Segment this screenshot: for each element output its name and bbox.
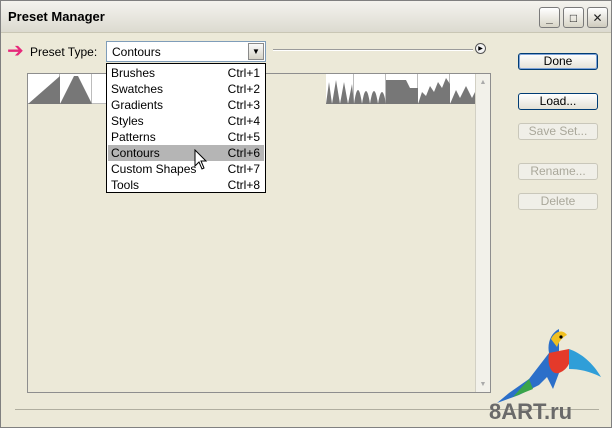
menu-item-swatches[interactable]: Swatches Ctrl+2 xyxy=(108,81,264,97)
menu-item-styles[interactable]: Styles Ctrl+4 xyxy=(108,113,264,129)
save-set-button[interactable]: Save Set... xyxy=(518,123,598,140)
menu-item-shortcut: Ctrl+6 xyxy=(227,146,260,160)
window-title: Preset Manager xyxy=(8,9,105,24)
preset-type-label: Preset Type: xyxy=(30,45,98,59)
contour-sawtooth-thumb[interactable] xyxy=(418,74,450,104)
contour-cone-thumb[interactable] xyxy=(60,74,92,104)
contour-ring-thumb[interactable] xyxy=(326,74,354,104)
menu-item-shortcut: Ctrl+5 xyxy=(227,130,260,144)
menu-item-contours[interactable]: Contours Ctrl+6 xyxy=(108,145,264,161)
panel-menu-icon[interactable]: ▶ xyxy=(475,43,486,54)
menu-item-gradients[interactable]: Gradients Ctrl+3 xyxy=(108,97,264,113)
parrot-logo xyxy=(497,329,601,403)
menu-item-label: Contours xyxy=(111,146,160,160)
rename-button[interactable]: Rename... xyxy=(518,163,598,180)
delete-button[interactable]: Delete xyxy=(518,193,598,210)
menu-item-patterns[interactable]: Patterns Ctrl+5 xyxy=(108,129,264,145)
minimize-button[interactable]: _ xyxy=(539,7,560,28)
vertical-scrollbar[interactable]: ▲ ▼ xyxy=(475,74,490,392)
menu-item-shortcut: Ctrl+3 xyxy=(227,98,260,112)
menu-item-label: Tools xyxy=(111,178,140,192)
preset-type-select[interactable]: Contours ▼ xyxy=(106,41,266,62)
menu-item-tools[interactable]: Tools Ctrl+8 xyxy=(108,177,264,193)
menu-item-brushes[interactable]: Brushes Ctrl+1 xyxy=(108,65,264,81)
minimize-icon: _ xyxy=(546,10,553,25)
menu-item-shortcut: Ctrl+8 xyxy=(227,178,260,192)
close-icon: ✕ xyxy=(592,10,603,25)
watermark-text: 8ART.ru xyxy=(489,399,573,424)
contour-rolling-slope-thumb[interactable] xyxy=(386,74,418,104)
pink-arrow-icon: ➔ xyxy=(7,40,24,62)
menu-item-shortcut: Ctrl+7 xyxy=(227,162,260,176)
title-bar: Preset Manager _ □ ✕ xyxy=(1,1,611,33)
preset-type-value: Contours xyxy=(112,45,161,59)
load-button[interactable]: Load... xyxy=(518,93,598,110)
preset-type-dropdown: Brushes Ctrl+1 Swatches Ctrl+2 Gradients… xyxy=(106,63,266,193)
preset-manager-window: Preset Manager _ □ ✕ ➔ Preset Type: Cont… xyxy=(0,0,612,428)
mouse-pointer-icon xyxy=(194,149,208,170)
divider xyxy=(273,49,473,51)
close-button[interactable]: ✕ xyxy=(587,7,608,28)
menu-item-label: Gradients xyxy=(111,98,164,112)
contour-ring-double-thumb[interactable] xyxy=(354,74,386,104)
menu-item-custom-shapes[interactable]: Custom Shapes Ctrl+7 xyxy=(108,161,264,177)
menu-item-label: Patterns xyxy=(111,130,156,144)
chevron-down-icon[interactable]: ▼ xyxy=(248,43,264,60)
menu-item-label: Brushes xyxy=(111,66,156,80)
menu-item-label: Swatches xyxy=(111,82,164,96)
contour-linear-thumb[interactable] xyxy=(28,74,60,104)
maximize-icon: □ xyxy=(569,10,578,25)
menu-item-shortcut: Ctrl+2 xyxy=(227,82,260,96)
menu-item-shortcut: Ctrl+1 xyxy=(227,66,260,80)
menu-item-label: Styles xyxy=(111,114,144,128)
menu-item-label: Custom Shapes xyxy=(111,162,197,176)
scroll-down-icon[interactable]: ▼ xyxy=(477,378,489,390)
maximize-button[interactable]: □ xyxy=(563,7,584,28)
done-button[interactable]: Done xyxy=(518,53,598,70)
menu-item-shortcut: Ctrl+4 xyxy=(227,114,260,128)
scroll-up-icon[interactable]: ▲ xyxy=(477,76,489,88)
